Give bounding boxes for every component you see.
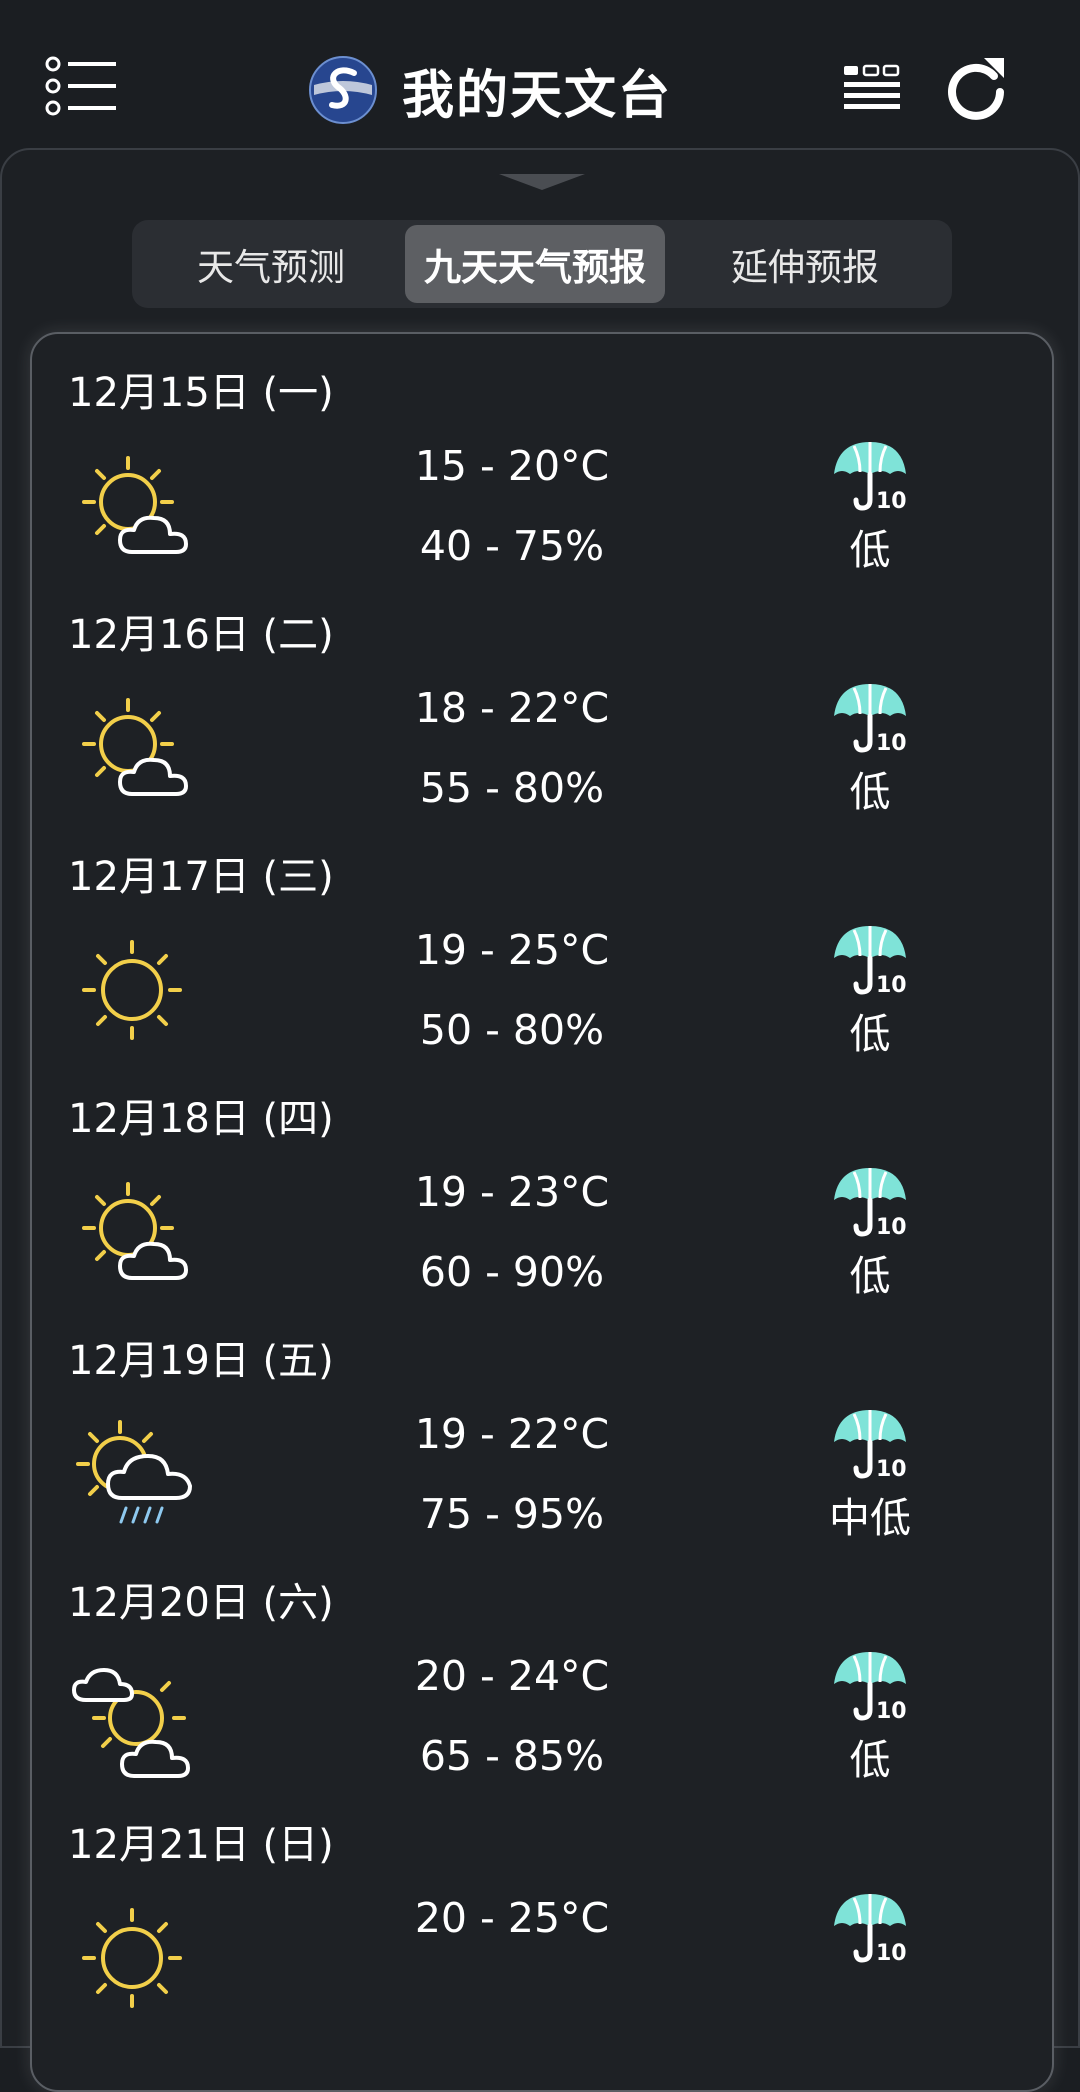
humidity-range: 75 - 95% [419,1490,605,1538]
tab-extended-forecast[interactable]: 延伸预报 [665,225,945,303]
sunny-periods-icon [82,456,188,554]
forecast-date: 12月21日 (日) [68,1822,334,1868]
tab-weather-forecast[interactable]: 天气预测 [137,225,405,303]
umbrella-icon: 10 [834,442,907,512]
humidity-range: 65 - 85% [419,1732,605,1780]
umbrella-index-label: 10 [876,1699,907,1722]
collapse-handle-icon[interactable] [499,172,585,192]
forecast-date: 12月17日 (三) [68,854,334,900]
umbrella-index-label: 10 [876,1457,907,1480]
rain-probability: 低 [849,1736,891,1784]
tab-nine-day-forecast[interactable]: 九天天气预报 [405,225,665,303]
forecast-date: 12月19日 (五) [68,1338,334,1384]
temperature-range: 20 - 24°C [414,1652,610,1700]
umbrella-index-label: 10 [876,1941,907,1964]
forecast-day[interactable]: 12月20日 (六) 20 - 24°C 65 - 85% 10 低 [32,1544,1052,1786]
temperature-range: 19 - 23°C [414,1168,610,1216]
sunny-periods-icon [82,1182,188,1280]
forecast-date: 12月20日 (六) [68,1580,334,1626]
rain-probability: 低 [849,768,891,816]
rain-probability: 中低 [829,1494,911,1542]
observatory-logo [309,56,377,124]
umbrella-icon: 10 [834,684,907,754]
forecast-date: 12月15日 (一) [68,370,334,416]
umbrella-index-label: 10 [876,973,907,996]
humidity-range: 40 - 75% [419,522,605,570]
rain-probability: 低 [849,1010,891,1058]
sunny-intervals-icon [72,1668,190,1778]
refresh-icon[interactable] [944,54,1008,120]
sunny-icon [82,940,182,1040]
forecast-day[interactable]: 12月19日 (五) 19 - 22°C 75 - 95% 10 中低 [32,1302,1052,1544]
forecast-sheet: 天气预测 九天天气预报 延伸预报 12月15日 (一) 15 - 20°C 40… [0,148,1080,2092]
rain-probability: 低 [849,526,891,574]
temperature-range: 20 - 25°C [414,1894,610,1942]
nine-day-forecast-card: 12月15日 (一) 15 - 20°C 40 - 75% 10 低 12月16… [30,332,1054,2092]
list-view-icon[interactable] [842,64,902,114]
forecast-tabs: 天气预测 九天天气预报 延伸预报 [132,220,952,308]
temperature-range: 19 - 22°C [414,1410,610,1458]
temperature-range: 15 - 20°C [414,442,610,490]
sunny-periods-icon [82,698,188,796]
forecast-date: 12月16日 (二) [68,612,334,658]
rain-probability: 低 [849,1252,891,1300]
forecast-day[interactable]: 12月15日 (一) 15 - 20°C 40 - 75% 10 低 [32,334,1052,576]
umbrella-icon: 10 [834,926,907,996]
forecast-date: 12月18日 (四) [68,1096,334,1142]
app-title: 我的天文台 [402,65,673,126]
umbrella-index-label: 10 [876,1215,907,1238]
umbrella-index-label: 10 [876,489,907,512]
forecast-day[interactable]: 12月18日 (四) 19 - 23°C 60 - 90% 10 低 [32,1060,1052,1302]
umbrella-icon: 10 [834,1410,907,1480]
humidity-range: 50 - 80% [419,1006,605,1054]
umbrella-icon: 10 [834,1652,907,1722]
humidity-range: 55 - 80% [419,764,605,812]
title-group: 我的天文台 [308,50,672,130]
sunny-icon [82,1908,182,2008]
forecast-day[interactable]: 12月17日 (三) 19 - 25°C 50 - 80% 10 低 [32,818,1052,1060]
umbrella-icon: 10 [834,1894,907,1964]
app-header: 我的天文台 [0,0,1080,150]
umbrella-icon: 10 [834,1168,907,1238]
forecast-day[interactable]: 12月16日 (二) 18 - 22°C 55 - 80% 10 低 [32,576,1052,818]
temperature-range: 19 - 25°C [414,926,610,974]
menu-icon[interactable] [44,56,120,116]
forecast-day[interactable]: 12月21日 (日) 20 - 25°C 10 [32,1786,1052,2028]
umbrella-index-label: 10 [876,731,907,754]
temperature-range: 18 - 22°C [414,684,610,732]
sunny-periods-showers-icon [76,1420,192,1524]
humidity-range: 60 - 90% [419,1248,605,1296]
